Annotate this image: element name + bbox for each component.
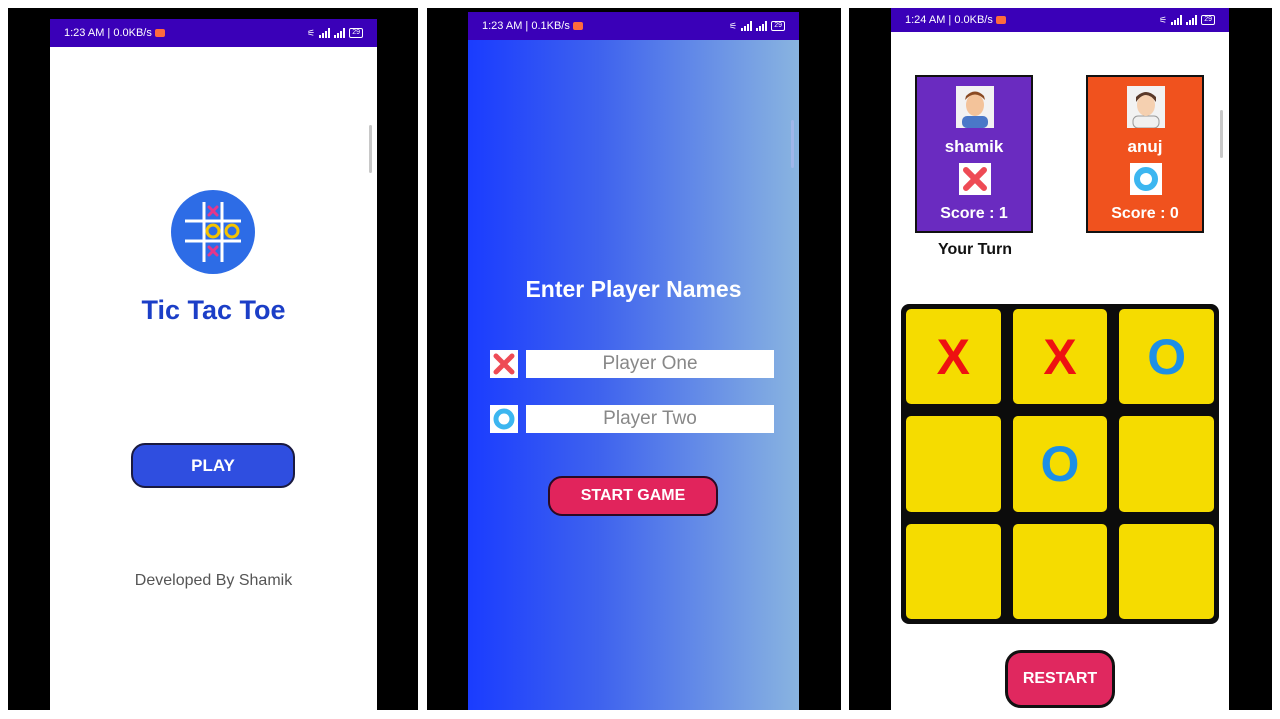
player-one-input[interactable]: [526, 350, 774, 378]
board-cell[interactable]: [1119, 416, 1214, 512]
avatar: [1127, 86, 1165, 129]
player-two-input[interactable]: [526, 405, 774, 433]
signal-icon: [756, 21, 768, 31]
screen-record-icon: [572, 22, 583, 30]
player-one-row: [490, 349, 774, 379]
signal-icon: [319, 28, 331, 38]
page-title: Enter Player Names: [525, 276, 742, 302]
turn-indicator: Your Turn: [937, 241, 1013, 258]
scrollbar: [791, 120, 794, 168]
player-two-card: anuj Score : 0: [1086, 75, 1204, 233]
x-mark-icon: [490, 350, 518, 378]
scrollbar: [1220, 110, 1223, 158]
signal-icon: [334, 28, 346, 38]
player-two-name: anuj: [1127, 137, 1163, 156]
o-mark-icon: [1130, 163, 1162, 195]
board-cell[interactable]: O: [1119, 309, 1214, 405]
status-time: 1:24 AM | 0.0KB/s: [905, 14, 993, 26]
status-bar: 1:24 AM | 0.0KB/s ⚟ 29: [891, 8, 1229, 32]
signal-icon: [1186, 15, 1198, 25]
player-one-card: shamik Score : 1: [915, 75, 1033, 233]
board-cell[interactable]: O: [1012, 416, 1108, 512]
signal-icon: [741, 21, 753, 31]
wifi-icon: ⚟: [729, 20, 738, 31]
player-one-name: shamik: [944, 137, 1004, 156]
avatar: [956, 86, 994, 128]
game-board: X X O O: [901, 304, 1219, 624]
player-two-row: [490, 404, 774, 434]
status-bar: 1:23 AM | 0.1KB/s ⚟ 29: [468, 12, 799, 40]
restart-button[interactable]: RESTART: [1005, 650, 1115, 708]
board-cell[interactable]: X: [906, 309, 1001, 405]
developer-credit: Developed By Shamik: [134, 572, 293, 589]
signal-icon: [1171, 15, 1183, 25]
status-bar: 1:23 AM | 0.0KB/s ⚟ 29: [50, 19, 377, 47]
board-cell[interactable]: X: [1012, 309, 1108, 405]
wifi-icon: ⚟: [307, 27, 316, 38]
battery-icon: 29: [349, 28, 363, 38]
screen-record-icon: [995, 16, 1006, 24]
player-two-score: Score : 0: [1111, 205, 1179, 222]
home-screen: 1:23 AM | 0.0KB/s ⚟ 29 Tic Tac Toe PLAY …: [50, 19, 377, 710]
screen-record-icon: [154, 29, 165, 37]
start-game-button[interactable]: START GAME: [548, 476, 718, 516]
o-mark-icon: [490, 405, 518, 433]
board-cell[interactable]: [906, 416, 1001, 512]
board-cell[interactable]: [1119, 523, 1214, 619]
app-logo-icon: [171, 190, 255, 274]
battery-icon: 29: [1201, 15, 1215, 25]
board-cell[interactable]: [1012, 523, 1108, 619]
game-screen: 1:24 AM | 0.0KB/s ⚟ 29 shamik Score : 1: [891, 8, 1229, 710]
x-mark-icon: [959, 163, 991, 195]
battery-icon: 29: [771, 21, 785, 31]
status-time: 1:23 AM | 0.1KB/s: [482, 20, 570, 32]
app-title: Tic Tac Toe: [141, 295, 286, 325]
board-cell[interactable]: [906, 523, 1001, 619]
player-names-screen: 1:23 AM | 0.1KB/s ⚟ 29 Enter Player Name…: [468, 12, 799, 710]
play-button[interactable]: PLAY: [131, 443, 295, 488]
player-one-score: Score : 1: [940, 205, 1008, 222]
wifi-icon: ⚟: [1159, 14, 1168, 25]
scrollbar: [369, 125, 372, 173]
status-time: 1:23 AM | 0.0KB/s: [64, 27, 152, 39]
